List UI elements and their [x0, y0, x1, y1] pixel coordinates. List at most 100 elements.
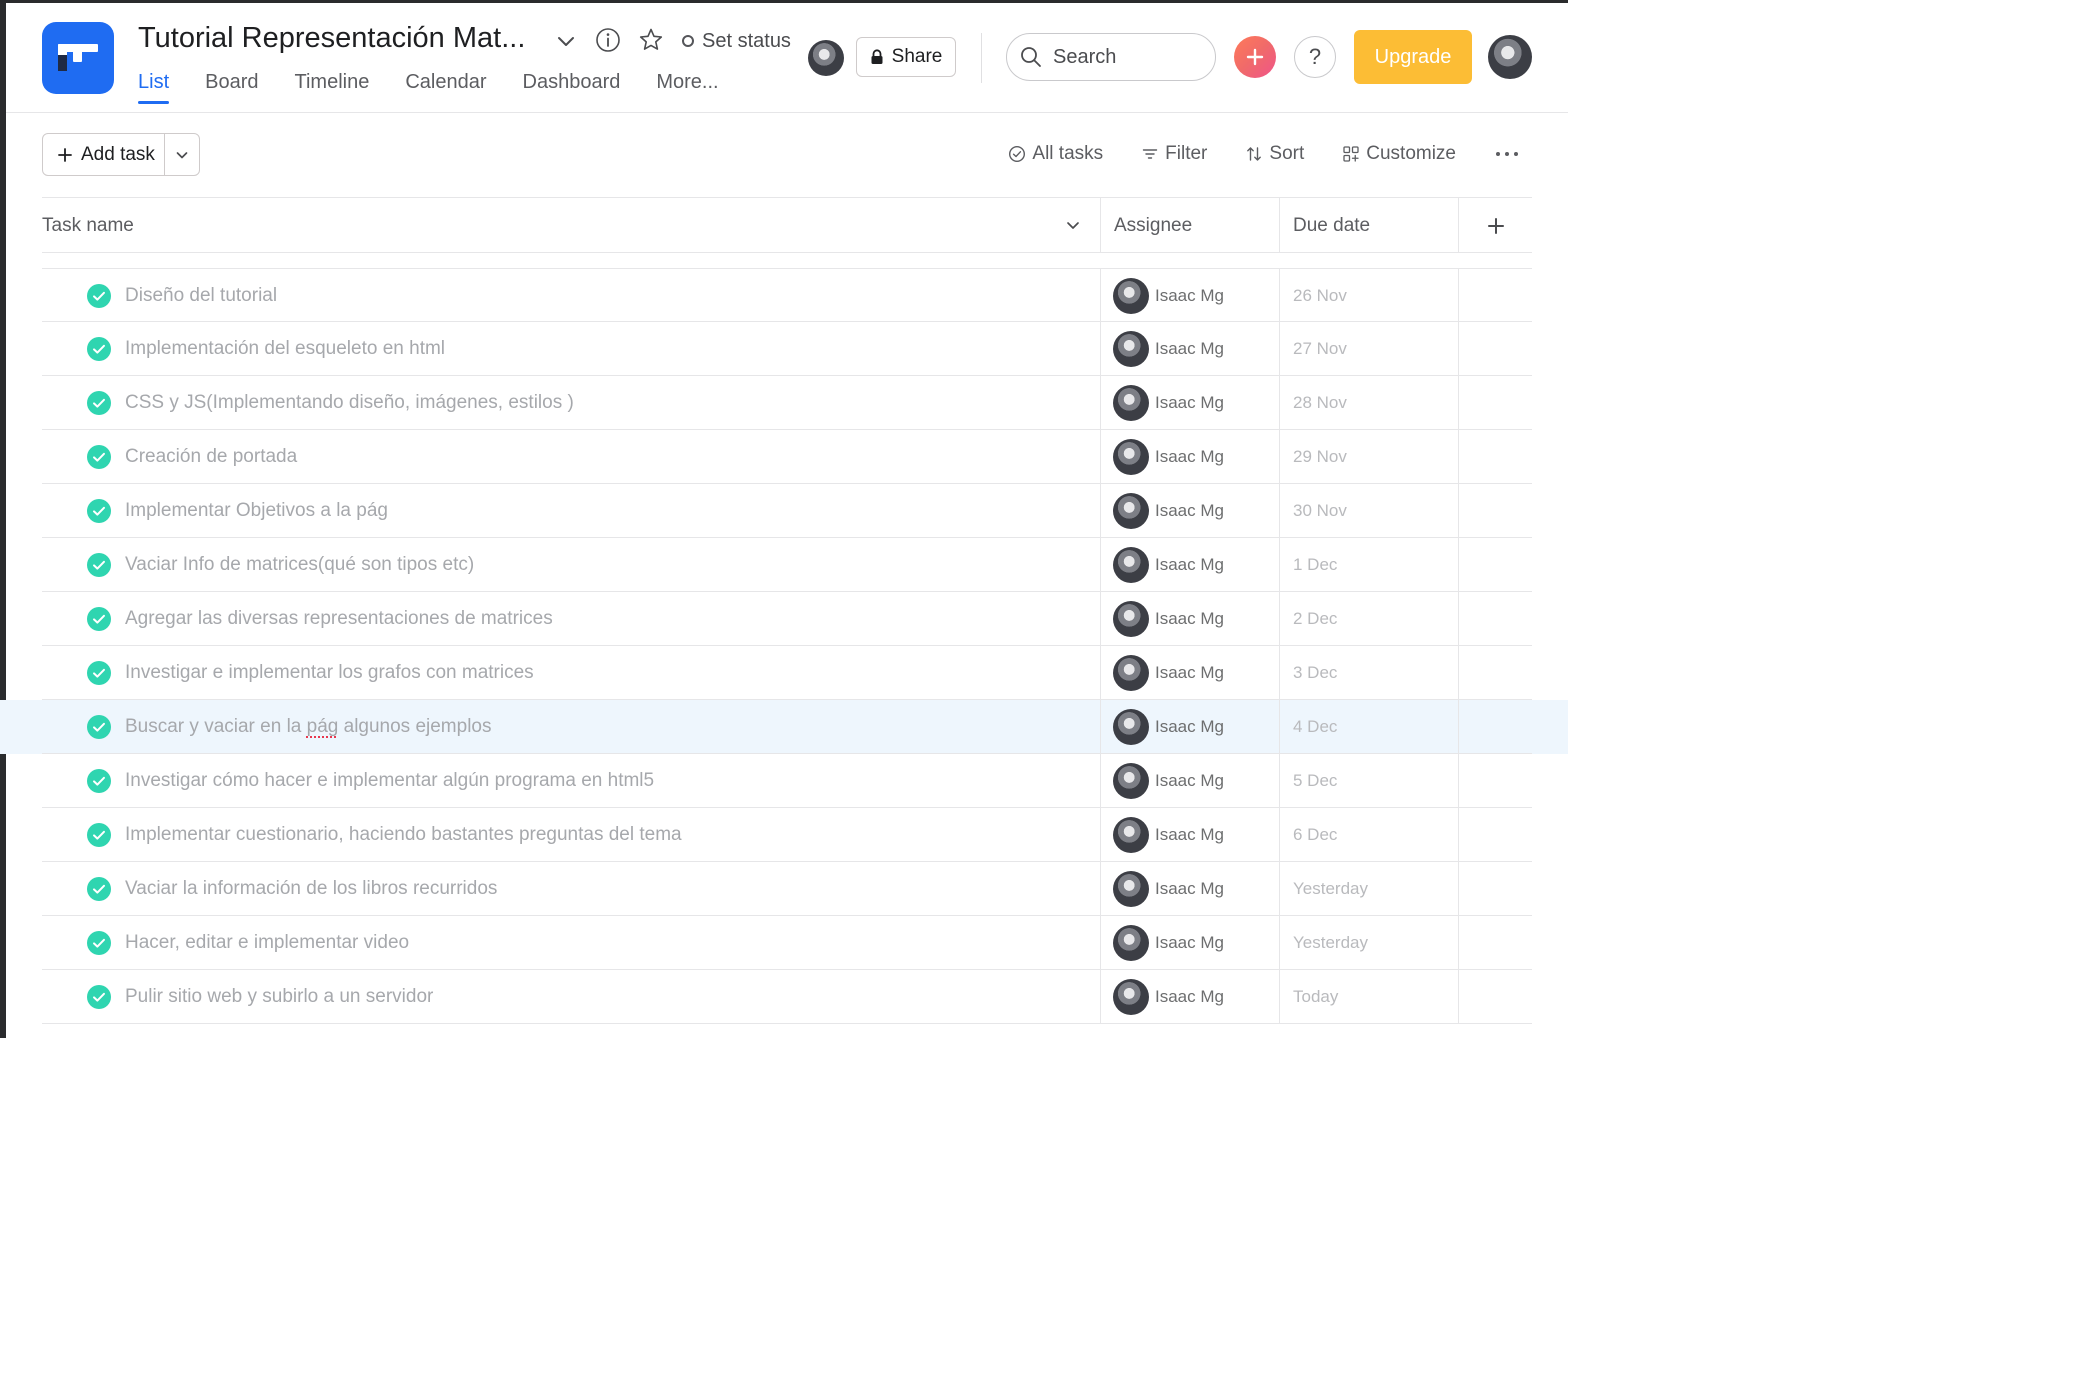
- task-row[interactable]: Implementar Objetivos a la pág Isaac Mg …: [0, 484, 1568, 538]
- due-date-cell[interactable]: 4 Dec: [1279, 700, 1458, 753]
- due-date-cell[interactable]: 27 Nov: [1279, 322, 1458, 375]
- assignee-cell[interactable]: Isaac Mg: [1100, 538, 1279, 591]
- tab-more[interactable]: More...: [656, 71, 718, 104]
- due-date-cell[interactable]: 3 Dec: [1279, 646, 1458, 699]
- task-row[interactable]: Implementar cuestionario, haciendo basta…: [0, 808, 1568, 862]
- completed-check-icon[interactable]: [87, 714, 111, 739]
- filter-button[interactable]: Filter: [1141, 143, 1207, 165]
- project-logo-icon[interactable]: [42, 22, 114, 94]
- task-row[interactable]: Diseño del tutorial Isaac Mg 26 Nov: [0, 268, 1568, 322]
- column-header-assignee[interactable]: Assignee: [1100, 198, 1279, 253]
- assignee-cell[interactable]: Isaac Mg: [1100, 484, 1279, 537]
- task-title[interactable]: Diseño del tutorial: [125, 285, 277, 307]
- completed-check-icon[interactable]: [87, 498, 111, 523]
- share-button[interactable]: Share: [856, 37, 956, 77]
- task-title[interactable]: Creación de portada: [125, 446, 297, 468]
- task-title[interactable]: Agregar las diversas representaciones de…: [125, 608, 553, 630]
- due-date-cell[interactable]: 5 Dec: [1279, 754, 1458, 807]
- completed-check-icon[interactable]: [87, 930, 111, 955]
- completed-check-icon[interactable]: [87, 390, 111, 415]
- task-title[interactable]: Implementar cuestionario, haciendo basta…: [125, 824, 682, 846]
- star-icon[interactable]: [637, 26, 665, 54]
- assignee-cell[interactable]: Isaac Mg: [1100, 322, 1279, 375]
- assignee-cell[interactable]: Isaac Mg: [1100, 916, 1279, 969]
- task-title[interactable]: Pulir sitio web y subirlo a un servidor: [125, 986, 433, 1008]
- add-task-button[interactable]: Add task: [43, 134, 166, 175]
- task-title[interactable]: Hacer, editar e implementar video: [125, 932, 409, 954]
- completed-check-icon[interactable]: [87, 552, 111, 577]
- due-date-cell[interactable]: 30 Nov: [1279, 484, 1458, 537]
- due-date-cell[interactable]: 1 Dec: [1279, 538, 1458, 591]
- assignee-cell[interactable]: Isaac Mg: [1100, 646, 1279, 699]
- user-avatar[interactable]: [1488, 35, 1532, 79]
- completed-check-icon[interactable]: [87, 660, 111, 685]
- task-title[interactable]: Implementación del esqueleto en html: [125, 338, 445, 360]
- task-row[interactable]: Investigar e implementar los grafos con …: [0, 646, 1568, 700]
- due-date-cell[interactable]: 28 Nov: [1279, 376, 1458, 429]
- completed-check-icon[interactable]: [87, 283, 111, 308]
- task-title[interactable]: CSS y JS(Implementando diseño, imágenes,…: [125, 392, 574, 414]
- assignee-cell[interactable]: Isaac Mg: [1100, 862, 1279, 915]
- task-title[interactable]: Implementar Objetivos a la pág: [125, 500, 388, 522]
- task-row[interactable]: Investigar cómo hacer e implementar algú…: [0, 754, 1568, 808]
- due-date-cell[interactable]: 6 Dec: [1279, 808, 1458, 861]
- assignee-cell[interactable]: Isaac Mg: [1100, 700, 1279, 753]
- column-header-due-date[interactable]: Due date: [1279, 198, 1458, 253]
- customize-button[interactable]: Customize: [1342, 143, 1456, 165]
- task-title[interactable]: Vaciar Info de matrices(qué son tipos et…: [125, 554, 474, 576]
- sort-button[interactable]: Sort: [1245, 143, 1304, 165]
- completed-check-icon[interactable]: [87, 822, 111, 847]
- add-column-button[interactable]: [1458, 198, 1532, 253]
- due-date-cell[interactable]: 2 Dec: [1279, 592, 1458, 645]
- column-header-task-name[interactable]: Task name: [42, 198, 1100, 253]
- tab-list[interactable]: List: [138, 71, 170, 104]
- more-options-icon[interactable]: [1496, 152, 1518, 156]
- task-row[interactable]: Agregar las diversas representaciones de…: [0, 592, 1568, 646]
- assignee-cell[interactable]: Isaac Mg: [1100, 430, 1279, 483]
- completed-check-icon[interactable]: [87, 606, 111, 631]
- help-button[interactable]: ?: [1294, 36, 1336, 78]
- due-date-cell[interactable]: 26 Nov: [1279, 269, 1458, 322]
- tab-board[interactable]: Board: [205, 71, 258, 104]
- task-row[interactable]: Pulir sitio web y subirlo a un servidor …: [0, 970, 1568, 1024]
- project-title[interactable]: Tutorial Representación Mat...: [138, 22, 538, 55]
- tab-calendar[interactable]: Calendar: [405, 71, 486, 104]
- assignee-cell[interactable]: Isaac Mg: [1100, 970, 1279, 1023]
- chevron-down-icon[interactable]: [1064, 216, 1082, 234]
- task-title[interactable]: Vaciar la información de los libros recu…: [125, 878, 497, 900]
- search-bar[interactable]: [1006, 33, 1216, 81]
- info-icon[interactable]: [594, 26, 622, 54]
- task-row[interactable]: Vaciar Info de matrices(qué son tipos et…: [0, 538, 1568, 592]
- task-title[interactable]: Investigar e implementar los grafos con …: [125, 662, 534, 684]
- upgrade-button[interactable]: Upgrade: [1354, 30, 1472, 84]
- quick-add-button[interactable]: [1234, 36, 1276, 78]
- tab-dashboard[interactable]: Dashboard: [523, 71, 621, 104]
- completed-check-icon[interactable]: [87, 768, 111, 793]
- assignee-cell[interactable]: Isaac Mg: [1100, 269, 1279, 322]
- assignee-cell[interactable]: Isaac Mg: [1100, 376, 1279, 429]
- task-title[interactable]: Investigar cómo hacer e implementar algú…: [125, 770, 654, 792]
- completed-check-icon[interactable]: [87, 876, 111, 901]
- task-row[interactable]: Implementación del esqueleto en html Isa…: [0, 322, 1568, 376]
- assignee-cell[interactable]: Isaac Mg: [1100, 754, 1279, 807]
- task-row[interactable]: Creación de portada Isaac Mg 29 Nov: [0, 430, 1568, 484]
- add-task-dropdown-button[interactable]: [165, 134, 199, 175]
- due-date-cell[interactable]: Yesterday: [1279, 862, 1458, 915]
- task-row-hovered[interactable]: Buscar y vaciar en la pág algunos ejempl…: [0, 700, 1568, 754]
- due-date-cell[interactable]: 29 Nov: [1279, 430, 1458, 483]
- project-member-avatar[interactable]: [808, 40, 844, 76]
- all-tasks-button[interactable]: All tasks: [1008, 143, 1103, 165]
- task-row[interactable]: Vaciar la información de los libros recu…: [0, 862, 1568, 916]
- completed-check-icon[interactable]: [87, 984, 111, 1009]
- completed-check-icon[interactable]: [87, 444, 111, 469]
- assignee-cell[interactable]: Isaac Mg: [1100, 592, 1279, 645]
- completed-check-icon[interactable]: [87, 336, 111, 361]
- task-title[interactable]: Buscar y vaciar en la pág algunos ejempl…: [125, 716, 492, 738]
- chevron-down-icon[interactable]: [554, 29, 578, 53]
- task-row[interactable]: Hacer, editar e implementar video Isaac …: [0, 916, 1568, 970]
- assignee-cell[interactable]: Isaac Mg: [1100, 808, 1279, 861]
- search-input[interactable]: [1053, 45, 1193, 69]
- set-status-button[interactable]: Set status: [682, 28, 791, 54]
- task-row[interactable]: CSS y JS(Implementando diseño, imágenes,…: [0, 376, 1568, 430]
- due-date-cell[interactable]: Yesterday: [1279, 916, 1458, 969]
